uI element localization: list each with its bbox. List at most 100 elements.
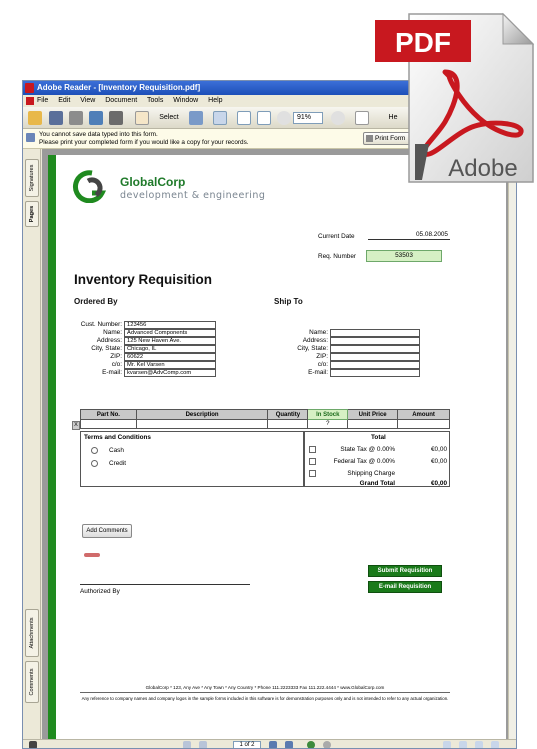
tab-comments[interactable]: Comments: [25, 661, 39, 703]
page-title: Inventory Requisition: [74, 272, 213, 287]
add-comments-button[interactable]: Add Comments: [82, 524, 132, 538]
req-number-label: Req. Number: [318, 253, 357, 260]
facing-page-icon[interactable]: [475, 741, 483, 748]
go-back-icon[interactable]: [307, 741, 315, 748]
adobe-reader-app-icon: [25, 83, 34, 93]
cash-label: Cash: [109, 447, 124, 454]
state-tax-value: €0,00: [431, 446, 447, 453]
col-quantity: Quantity: [267, 409, 309, 420]
rotate-icon[interactable]: [355, 111, 369, 125]
ship-care-of-field[interactable]: [330, 361, 420, 369]
last-page-icon[interactable]: [285, 741, 293, 748]
form-info-icon: [26, 133, 35, 142]
menu-view[interactable]: View: [80, 97, 95, 104]
select-tool-label: Select: [159, 114, 179, 121]
menu-window[interactable]: Window: [173, 97, 198, 104]
menu-file[interactable]: File: [37, 97, 48, 104]
col-amount: Amount: [397, 409, 450, 420]
email-requisition-button[interactable]: E-mail Requisition: [368, 581, 442, 593]
city-state-field[interactable]: Chicago, IL: [124, 345, 216, 353]
ship-name-field[interactable]: [330, 329, 420, 337]
federal-tax-checkbox[interactable]: [309, 458, 316, 465]
delete-row-button[interactable]: X: [72, 421, 80, 430]
footer-divider: [80, 692, 450, 693]
continuous-facing-icon[interactable]: [491, 741, 499, 748]
panel-toggle-icon[interactable]: [29, 741, 37, 748]
menu-edit[interactable]: Edit: [58, 97, 70, 104]
field-label: City, State:: [297, 345, 328, 352]
menu-document[interactable]: Document: [105, 97, 137, 104]
items-table: Part No. Description Quantity In Stock U…: [80, 409, 450, 429]
tab-signatures-label: Signatures: [29, 164, 35, 192]
name-field[interactable]: Advanced Components: [124, 329, 216, 337]
cash-radio[interactable]: [91, 447, 98, 454]
ship-address-field[interactable]: [330, 337, 420, 345]
authorized-by-label: Authorized By: [80, 588, 120, 595]
continuous-page-icon[interactable]: [459, 741, 467, 748]
menu-help[interactable]: Help: [208, 97, 222, 104]
select-tool-button[interactable]: Select: [153, 110, 185, 126]
cust-number-field[interactable]: 123456: [124, 321, 216, 329]
req-number-field[interactable]: 53503: [366, 250, 442, 262]
state-tax-checkbox[interactable]: [309, 446, 316, 453]
care-of-field[interactable]: Mr. Kel Varsen: [124, 361, 216, 369]
quantity-cell[interactable]: [267, 419, 309, 429]
ship-city-state-field[interactable]: [330, 345, 420, 353]
field-label: c/o:: [111, 361, 122, 368]
first-page-icon[interactable]: [183, 741, 191, 748]
description-cell[interactable]: [135, 419, 269, 429]
fit-width-icon[interactable]: [257, 111, 271, 125]
snapshot-icon[interactable]: [189, 111, 203, 125]
fit-page-icon[interactable]: [237, 111, 251, 125]
email-field[interactable]: kvarsen@AdvComp.com: [124, 369, 216, 377]
zoom-out-icon[interactable]: [277, 111, 291, 125]
hand-tool-icon[interactable]: [135, 111, 149, 125]
authorized-by-line[interactable]: [80, 584, 250, 585]
open-folder-icon[interactable]: [28, 111, 42, 125]
tab-comments-label: Comments: [29, 668, 35, 696]
shipping-checkbox[interactable]: [309, 470, 316, 477]
save-icon[interactable]: [49, 111, 63, 125]
go-forward-icon[interactable]: [323, 741, 331, 748]
in-stock-cell[interactable]: ?: [307, 419, 349, 429]
window-title: Adobe Reader - [Inventory Requisition.pd…: [37, 83, 201, 92]
zip-field[interactable]: 60622: [124, 353, 216, 361]
next-page-icon[interactable]: [269, 741, 277, 748]
zoom-in-circle-icon[interactable]: [331, 111, 345, 125]
grand-total-value: €0,00: [431, 480, 447, 487]
part-no-cell[interactable]: [80, 419, 137, 429]
col-unit-price: Unit Price: [347, 409, 399, 420]
table-header-row: Part No. Description Quantity In Stock U…: [80, 409, 450, 420]
tab-signatures[interactable]: Signatures: [25, 159, 39, 197]
ship-zip-field[interactable]: [330, 353, 420, 361]
credit-radio[interactable]: [91, 460, 98, 467]
vertical-scrollbar[interactable]: [508, 149, 516, 739]
tab-attachments[interactable]: Attachments: [25, 609, 39, 657]
email-icon[interactable]: [89, 111, 103, 125]
address-field[interactable]: 125 New Haven Ave.: [124, 337, 216, 345]
zoom-in-icon[interactable]: [213, 111, 227, 125]
print-icon[interactable]: [69, 111, 83, 125]
search-icon[interactable]: [109, 111, 123, 125]
globalcorp-logo: [72, 170, 107, 203]
grand-total-label: Grand Total: [359, 480, 395, 487]
footer-disclaimer: Any reference to company names and compa…: [81, 696, 449, 701]
unit-price-cell[interactable]: [347, 419, 399, 429]
tab-pages-label: Pages: [29, 205, 35, 223]
table-row: ?: [80, 419, 450, 429]
tab-pages[interactable]: Pages: [25, 201, 39, 227]
menu-tools[interactable]: Tools: [147, 97, 163, 104]
current-date-field[interactable]: 05.08.2005: [368, 231, 450, 240]
status-bar: 1 of 2: [23, 739, 516, 748]
previous-page-icon[interactable]: [199, 741, 207, 748]
ship-email-field[interactable]: [330, 369, 420, 377]
tab-attachments-label: Attachments: [29, 617, 35, 649]
zoom-level-field[interactable]: 91%: [293, 112, 323, 124]
submit-requisition-button[interactable]: Submit Requisition: [368, 565, 442, 577]
field-label: Address:: [302, 337, 328, 344]
single-page-icon[interactable]: [443, 741, 451, 748]
current-date-label: Current Date: [318, 233, 355, 240]
col-part-no: Part No.: [80, 409, 137, 420]
pdf-file-icon: PDF Adobe: [375, 12, 535, 183]
page-indicator[interactable]: 1 of 2: [233, 741, 261, 748]
